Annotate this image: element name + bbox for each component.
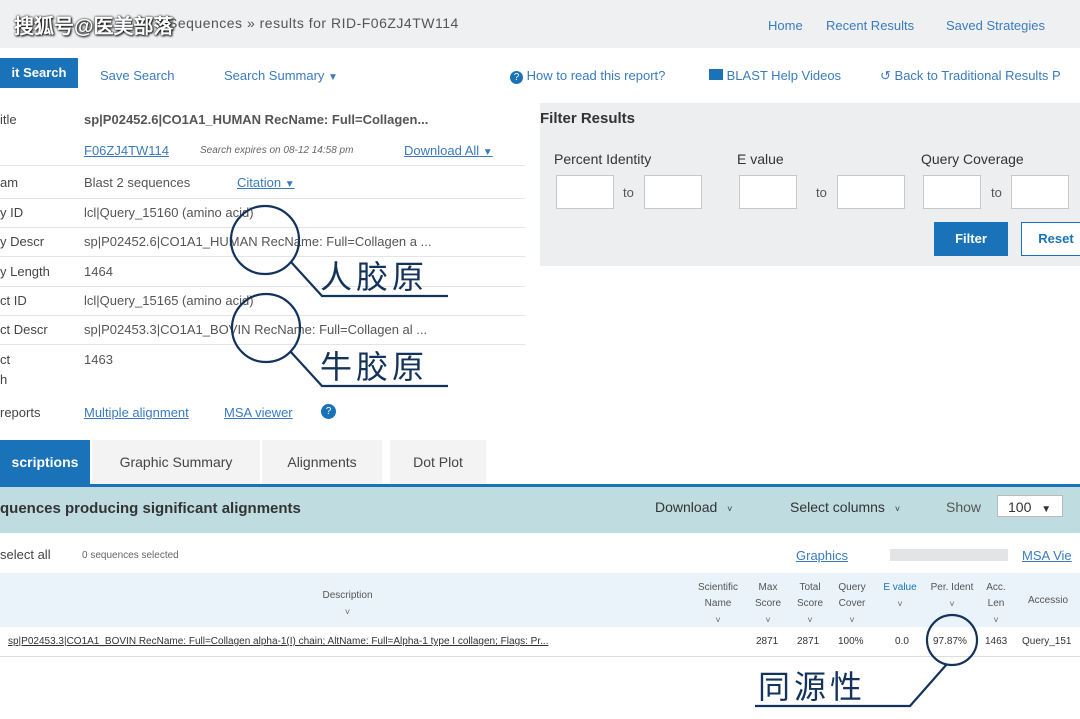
annotation-overlay [229, 204, 979, 708]
annotation-circle-identity [925, 613, 979, 667]
annotation-homology: 同源性 [758, 669, 867, 705]
annotation-human-collagen: 人胶原 [320, 259, 429, 295]
annotation-bovine-collagen: 牛胶原 [320, 349, 429, 385]
annotation-circle-human [229, 204, 301, 276]
